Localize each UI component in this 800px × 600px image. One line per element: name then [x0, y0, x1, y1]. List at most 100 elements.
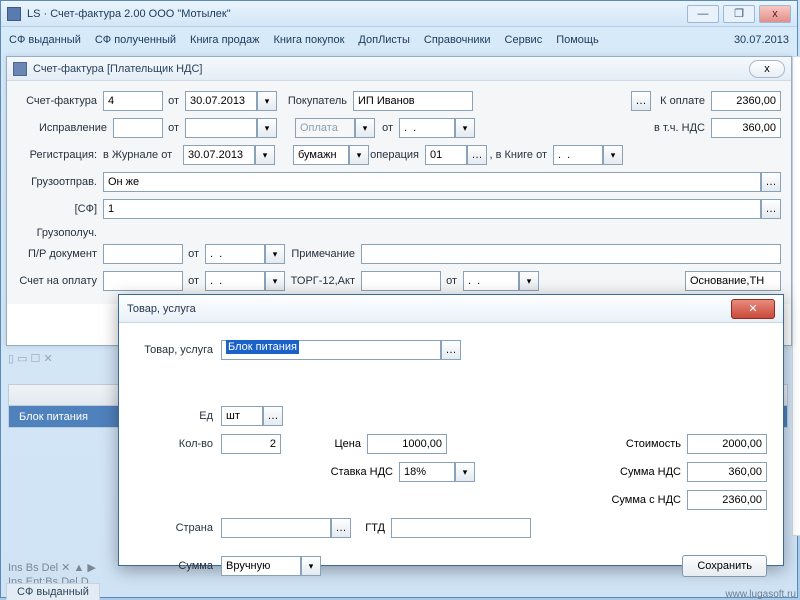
menu-sf-out[interactable]: СФ выданный — [9, 34, 81, 46]
lbl-ot-pay: от — [375, 122, 399, 134]
consigner-lookup-button[interactable] — [761, 172, 781, 192]
lbl-qty: Кол-во — [135, 438, 221, 450]
sum-mode-dropdown[interactable] — [301, 556, 321, 576]
pr-doc-input[interactable] — [103, 244, 183, 264]
lbl-pay-acc: Счет на оплату — [17, 275, 103, 287]
qty-input[interactable] — [221, 434, 281, 454]
minimize-button[interactable]: — — [687, 5, 719, 23]
lbl-ot-torg: от — [441, 275, 463, 287]
restore-button[interactable]: ❐ — [723, 5, 755, 23]
dialog-close-button[interactable]: ✕ — [731, 299, 775, 319]
pr-date-input[interactable] — [205, 244, 265, 264]
buyer-input[interactable] — [353, 91, 473, 111]
menu-sf-in[interactable]: СФ полученный — [95, 34, 176, 46]
payment-date-dropdown[interactable] — [455, 118, 475, 138]
operation-lookup-button[interactable] — [467, 145, 487, 165]
item-name-input[interactable]: Блок питания — [226, 340, 299, 354]
list-row-item: Блок питания — [19, 411, 88, 423]
lbl-consignee: Грузополуч. — [17, 227, 103, 239]
footer-tab[interactable]: СФ выданный — [6, 583, 100, 600]
menu-bar: СФ выданный СФ полученный Книга продаж К… — [1, 27, 797, 53]
vat-field[interactable] — [711, 118, 781, 138]
lbl-sum-mode: Сумма — [135, 560, 221, 572]
lbl-item: Товар, услуга — [135, 344, 221, 356]
menu-purchase-book[interactable]: Книга покупок — [273, 34, 344, 46]
app-icon — [7, 7, 21, 21]
unit-input[interactable] — [221, 406, 263, 426]
pay-acc-input[interactable] — [103, 271, 183, 291]
doc-icon — [13, 62, 27, 76]
lbl-ot1: от — [163, 95, 185, 107]
torg-input[interactable] — [361, 271, 441, 291]
window-title: LS · Счет-фактура 2.00 ООО "Мотылек" — [27, 8, 687, 20]
price-input[interactable] — [367, 434, 447, 454]
correction-date-input[interactable] — [185, 118, 257, 138]
lbl-pr-doc: П/Р документ — [17, 248, 103, 260]
to-pay-field[interactable] — [711, 91, 781, 111]
payment-type-input[interactable] — [295, 118, 355, 138]
vat-sum-field[interactable] — [687, 462, 767, 482]
item-lookup-button[interactable] — [441, 340, 461, 360]
correction-input[interactable] — [113, 118, 163, 138]
payment-type-dropdown[interactable] — [355, 118, 375, 138]
lbl-operation: операция — [369, 149, 425, 161]
save-button[interactable]: Сохранить — [682, 555, 767, 577]
vat-rate-dropdown[interactable] — [455, 462, 475, 482]
right-scrollbar[interactable] — [792, 56, 800, 536]
invoice-date-dropdown[interactable] — [257, 91, 277, 111]
lbl-to-pay: К оплате — [651, 95, 711, 107]
sum-mode-input[interactable] — [221, 556, 301, 576]
consigner-input[interactable] — [103, 172, 761, 192]
dialog-title: Товар, услуга — [127, 303, 731, 315]
lbl-note: Примечание — [285, 248, 361, 260]
lbl-journal: в Журнале от — [103, 149, 183, 161]
consignee-input[interactable] — [103, 199, 761, 219]
item-dialog: Товар, услуга ✕ Товар, услуга Блок питан… — [118, 294, 784, 566]
torg-date-input[interactable] — [463, 271, 519, 291]
pr-date-dropdown[interactable] — [265, 244, 285, 264]
menu-help[interactable]: Помощь — [556, 34, 599, 46]
lbl-correction: Исправление — [17, 122, 113, 134]
lbl-cost: Стоимость — [615, 438, 687, 450]
basis-input[interactable] — [685, 271, 781, 291]
lbl-unit: Ед — [135, 410, 221, 422]
gtd-input[interactable] — [391, 518, 531, 538]
lbl-incl-vat: в т.ч. НДС — [651, 122, 711, 134]
lbl-vat-sum: Сумма НДС — [615, 466, 687, 478]
consignee-lookup-button[interactable] — [761, 199, 781, 219]
cost-field[interactable] — [687, 434, 767, 454]
invoice-close-button[interactable]: x — [749, 60, 785, 78]
payment-date-input[interactable] — [399, 118, 455, 138]
book-date-input[interactable] — [553, 145, 603, 165]
journal-date-dropdown[interactable] — [255, 145, 275, 165]
torg-date-dropdown[interactable] — [519, 271, 539, 291]
main-titlebar: LS · Счет-фактура 2.00 ООО "Мотылек" — ❐… — [1, 1, 797, 27]
invoice-no-input[interactable] — [103, 91, 163, 111]
acc-date-input[interactable] — [205, 271, 265, 291]
menu-addsheets[interactable]: ДопЛисты — [358, 34, 409, 46]
buyer-lookup-button[interactable] — [631, 91, 651, 111]
lbl-buyer: Покупатель — [283, 95, 353, 107]
menu-refs[interactable]: Справочники — [424, 34, 491, 46]
menu-service[interactable]: Сервис — [505, 34, 543, 46]
correction-date-dropdown[interactable] — [257, 118, 277, 138]
unit-lookup-button[interactable] — [263, 406, 283, 426]
close-button[interactable]: x — [759, 5, 791, 23]
acc-date-dropdown[interactable] — [265, 271, 285, 291]
lbl-invoice: Счет-фактура — [17, 95, 103, 107]
paper-input[interactable] — [293, 145, 349, 165]
book-date-dropdown[interactable] — [603, 145, 623, 165]
journal-date-input[interactable] — [183, 145, 255, 165]
country-input[interactable] — [221, 518, 331, 538]
operation-input[interactable] — [425, 145, 467, 165]
vat-rate-input[interactable] — [399, 462, 455, 482]
country-lookup-button[interactable] — [331, 518, 351, 538]
menu-sales-book[interactable]: Книга продаж — [190, 34, 259, 46]
note-input[interactable] — [361, 244, 781, 264]
lbl-torg: ТОРГ-12,Акт — [285, 275, 361, 287]
sum-with-vat-field[interactable] — [687, 490, 767, 510]
lbl-in-book: , в Книге от — [487, 149, 553, 161]
invoice-date-input[interactable] — [185, 91, 257, 111]
paper-dropdown[interactable] — [349, 145, 369, 165]
lbl-price: Цена — [327, 438, 367, 450]
